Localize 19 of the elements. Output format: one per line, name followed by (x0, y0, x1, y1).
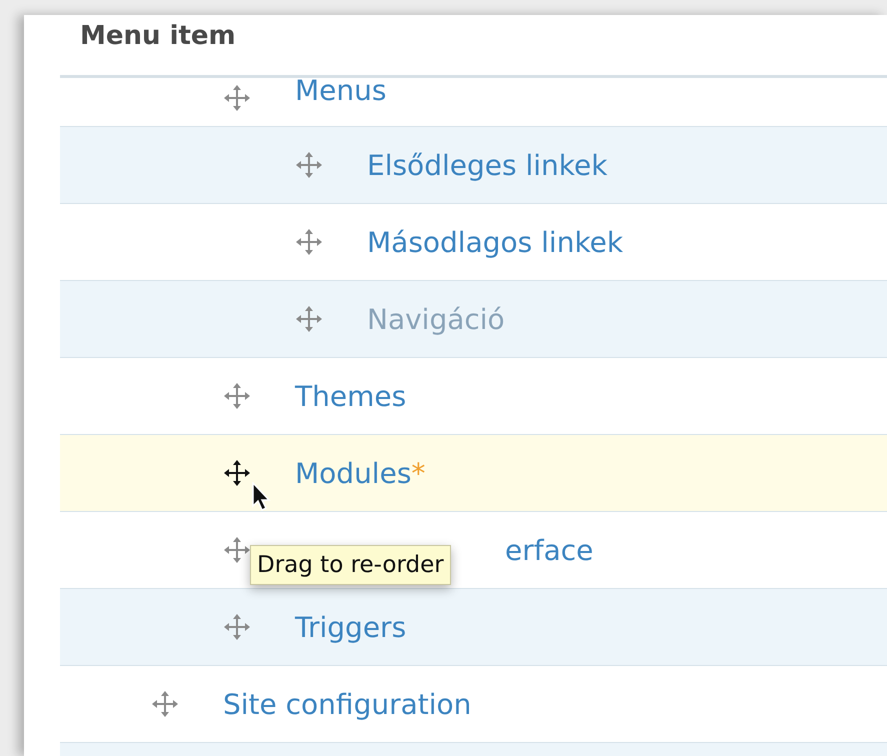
menu-link[interactable]: Site configuration (223, 688, 472, 720)
drag-handle-icon[interactable] (223, 459, 251, 487)
column-header: Menu item (80, 21, 236, 51)
drag-handle-icon[interactable] (223, 382, 251, 410)
drag-handle-icon[interactable] (295, 151, 323, 179)
menu-link[interactable]: Menus (295, 74, 386, 107)
menu-link[interactable]: Elsődleges linkek (367, 148, 608, 182)
changed-marker: * (411, 456, 426, 490)
tooltip: Drag to re-order (250, 545, 451, 585)
drag-handle-icon[interactable] (151, 690, 179, 718)
menu-link[interactable]: Themes (295, 380, 406, 412)
drag-handle-icon[interactable] (223, 613, 251, 641)
drag-handle-icon[interactable] (223, 84, 251, 112)
drag-handle-icon[interactable] (295, 228, 323, 256)
menu-link[interactable]: Másodlagos linkek (367, 226, 624, 258)
menu-link[interactable]: Triggers (295, 610, 406, 644)
menu-link[interactable]: Modules (295, 456, 412, 490)
menu-link[interactable]: erface (505, 534, 594, 566)
drag-handle-icon[interactable] (223, 536, 251, 564)
